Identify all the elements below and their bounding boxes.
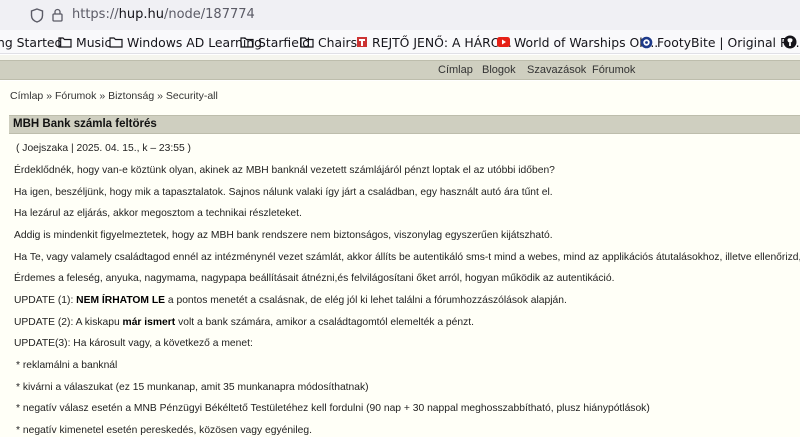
folder-icon <box>240 37 254 48</box>
bookmark-label: FootyBite | Original Re... <box>657 34 800 50</box>
post-title-bar: MBH Bank számla feltörés <box>9 115 800 134</box>
breadcrumb-forumok[interactable]: Fórumok <box>55 90 96 102</box>
post-paragraph: Érdemes a feleség, anyuka, nagymama, nag… <box>14 273 615 284</box>
bookmark-world-of-warships[interactable]: World of Warships Ok... <box>497 34 658 50</box>
post-paragraph: Érdeklődnék, hogy van-e köztünk olyan, a… <box>14 165 555 176</box>
post-update-2: UPDATE (2): A kiskapu már ismert volt a … <box>14 317 474 328</box>
bookmark-label: REJTŐ JENŐ: A HÁRO... <box>372 34 512 50</box>
github-icon <box>783 35 797 49</box>
update-emphasis: NEM ÍRHATOM LE <box>76 295 166 306</box>
update-suffix: a pontos menetét a csalásnak, de elég jó… <box>165 295 567 306</box>
tracking-protection-shield-icon[interactable] <box>30 8 44 23</box>
post-paragraph: Addig is mindenkit figyelmeztetek, hogy … <box>14 230 553 241</box>
post-paragraph: Ha igen, beszéljünk, hogy mik a tapaszta… <box>14 187 553 198</box>
update-prefix: UPDATE (1): <box>14 295 77 306</box>
page-title: MBH Bank számla feltörés <box>13 118 157 130</box>
post-update-1: UPDATE (1): NEM ÍRHATOM LE a pontos mene… <box>14 295 567 306</box>
folder-icon <box>300 37 314 48</box>
bookmark-rejto-jeno[interactable]: REJTŐ JENŐ: A HÁRO... <box>356 34 512 50</box>
breadcrumb: Címlap » Fórumok » Biztonság » Security-… <box>10 90 218 102</box>
youtube-icon <box>497 37 510 47</box>
football-icon <box>640 36 653 48</box>
breadcrumb-separator: » <box>46 90 53 102</box>
breadcrumb-cimlap[interactable]: Címlap <box>10 90 43 102</box>
update-emphasis: már ismert <box>122 317 176 328</box>
post-paragraph: Ha lezárul az eljárás, akkor megosztom a… <box>14 208 302 219</box>
post-meta: ( Joejszaka | 2025. 04. 15., k – 23:55 ) <box>16 143 191 154</box>
main-navigation: Címlap Blogok Szavazások Fórumok <box>0 60 800 80</box>
url-path: /node/187774 <box>163 7 255 22</box>
breadcrumb-separator: » <box>99 90 106 102</box>
url-field[interactable]: https://hup.hu/node/187774 <box>72 7 255 22</box>
bookmark-music[interactable]: Music <box>58 34 111 50</box>
url-host: hup.hu <box>118 7 164 22</box>
book-favicon-icon <box>357 37 367 47</box>
list-item: * negatív kimenetel esetén pereskedés, k… <box>16 425 312 436</box>
bookmark-label: Music <box>76 34 112 50</box>
update-suffix: volt a bank számára, amikor a családtago… <box>175 317 474 328</box>
bookmark-github[interactable] <box>783 34 800 50</box>
update-prefix: UPDATE (2): A kiskapu <box>14 317 123 328</box>
post-update-3: UPDATE(3): Ha károsult vagy, a következő… <box>14 338 253 349</box>
bookmark-getting-started[interactable]: ng Started <box>0 34 62 50</box>
browser-urlbar: https://hup.hu/node/187774 <box>0 0 800 30</box>
lock-icon[interactable] <box>52 8 63 22</box>
list-item: * kivárni a válaszukat (ez 15 munkanap, … <box>16 382 369 393</box>
bookmark-footybite[interactable]: FootyBite | Original Re... <box>640 34 800 50</box>
folder-icon <box>58 37 72 48</box>
bookmark-label: World of Warships Ok... <box>514 34 659 50</box>
nav-forumok[interactable]: Fórumok <box>592 64 635 76</box>
bookmark-chairs[interactable]: Chairs <box>300 34 357 50</box>
list-item: * negatív válasz esetén a MNB Pénzügyi B… <box>16 403 650 414</box>
nav-cimlap[interactable]: Címlap <box>438 64 473 76</box>
nav-blogok[interactable]: Blogok <box>482 64 516 76</box>
bookmarks-toolbar: ng Started Music Windows AD Learning Sta… <box>0 30 800 54</box>
bookmark-label: ng Started <box>0 34 63 50</box>
breadcrumb-biztonsag[interactable]: Biztonság <box>108 90 154 102</box>
post-paragraph: Ha Te, vagy valamely családtagod ennél a… <box>14 252 800 263</box>
breadcrumb-separator: » <box>157 90 163 102</box>
url-scheme: https:// <box>72 7 119 22</box>
nav-szavazasok[interactable]: Szavazások <box>527 64 586 76</box>
breadcrumb-security-all[interactable]: Security-all <box>166 90 218 102</box>
folder-icon <box>109 37 123 48</box>
bookmark-label: Chairs <box>318 34 358 50</box>
list-item: * reklamálni a banknál <box>16 360 118 371</box>
page-content: Címlap » Fórumok » Biztonság » Security-… <box>0 81 800 437</box>
